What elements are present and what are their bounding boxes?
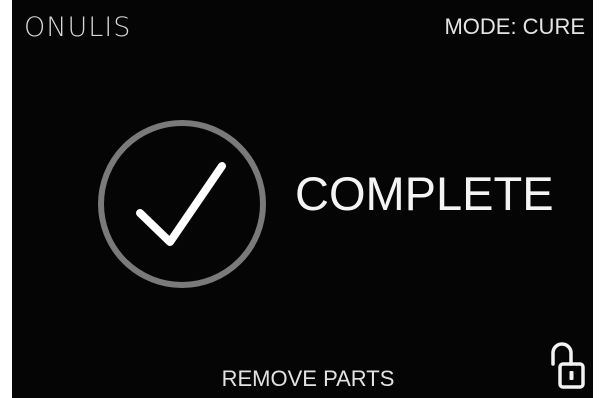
status-label: COMPLETE <box>295 167 554 220</box>
device-screen: ONULIS MODE: CURE COMPLETE REMOVE PARTS <box>12 0 593 398</box>
checkmark-circle-icon <box>96 118 268 290</box>
instruction-text: REMOVE PARTS <box>221 366 395 391</box>
status-ring <box>98 120 266 288</box>
brand-logo: ONULIS <box>24 12 132 43</box>
unlocked-padlock-icon[interactable] <box>549 342 585 390</box>
mode-indicator: MODE: CURE <box>444 14 585 39</box>
checkmark-stroke <box>136 162 226 246</box>
